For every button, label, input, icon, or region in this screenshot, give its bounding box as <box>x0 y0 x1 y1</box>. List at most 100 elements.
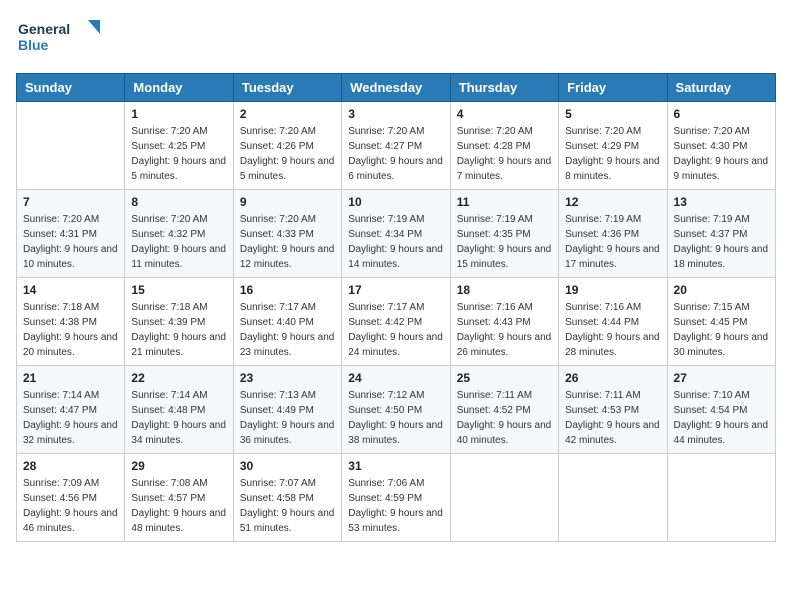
svg-text:Blue: Blue <box>18 37 49 53</box>
day-info: Sunrise: 7:20 AMSunset: 4:26 PMDaylight:… <box>240 124 335 184</box>
day-info: Sunrise: 7:17 AMSunset: 4:42 PMDaylight:… <box>348 300 443 360</box>
calendar-cell: 6Sunrise: 7:20 AMSunset: 4:30 PMDaylight… <box>667 101 775 189</box>
day-number: 11 <box>457 195 552 209</box>
calendar-cell: 20 Sunrise: 7:15 AMSunset: 4:45 PMDayligh… <box>667 277 775 365</box>
page-header: General Blue <box>16 16 776 61</box>
day-info: Sunrise: 7:20 AMSunset: 4:28 PMDaylight:… <box>457 124 552 184</box>
calendar-cell: 2 Sunrise: 7:20 AMSunset: 4:26 PMDaylight… <box>233 101 341 189</box>
calendar-cell: 30 Sunrise: 7:07 AMSunset: 4:58 PMDayligh… <box>233 453 341 541</box>
day-number: 1 <box>131 107 226 121</box>
day-info: Sunrise: 7:17 AMSunset: 4:40 PMDaylight:… <box>240 300 335 360</box>
calendar-cell: 16 Sunrise: 7:17 AMSunset: 4:40 PMDayligh… <box>233 277 341 365</box>
day-number: 25 <box>457 371 552 385</box>
logo-text: General Blue <box>16 16 106 61</box>
day-info: Sunrise: 7:11 AMSunset: 4:53 PMDaylight:… <box>565 388 660 448</box>
calendar-cell: 28Sunrise: 7:09 AMSunset: 4:56 PMDayligh… <box>17 453 125 541</box>
day-number: 24 <box>348 371 443 385</box>
day-number: 17 <box>348 283 443 297</box>
day-info: Sunrise: 7:20 AMSunset: 4:32 PMDaylight:… <box>131 212 226 272</box>
weekday-thursday: Thursday <box>450 73 558 101</box>
day-info: Sunrise: 7:20 AMSunset: 4:27 PMDaylight:… <box>348 124 443 184</box>
day-info: Sunrise: 7:19 AMSunset: 4:36 PMDaylight:… <box>565 212 660 272</box>
calendar-cell: 17 Sunrise: 7:17 AMSunset: 4:42 PMDayligh… <box>342 277 450 365</box>
day-info: Sunrise: 7:20 AMSunset: 4:25 PMDaylight:… <box>131 124 226 184</box>
day-info: Sunrise: 7:19 AMSunset: 4:34 PMDaylight:… <box>348 212 443 272</box>
calendar-cell: 21 Sunrise: 7:14 AMSunset: 4:47 PMDayligh… <box>17 365 125 453</box>
calendar-cell: 1 Sunrise: 7:20 AMSunset: 4:25 PMDaylight… <box>125 101 233 189</box>
week-row-5: 28Sunrise: 7:09 AMSunset: 4:56 PMDayligh… <box>17 453 776 541</box>
calendar-cell: 4 Sunrise: 7:20 AMSunset: 4:28 PMDaylight… <box>450 101 558 189</box>
day-number: 20 <box>674 283 769 297</box>
day-number: 27 <box>674 371 769 385</box>
day-number: 16 <box>240 283 335 297</box>
calendar-cell: 19Sunrise: 7:16 AMSunset: 4:44 PMDayligh… <box>559 277 667 365</box>
day-info: Sunrise: 7:08 AMSunset: 4:57 PMDaylight:… <box>131 476 226 536</box>
day-info: Sunrise: 7:19 AMSunset: 4:35 PMDaylight:… <box>457 212 552 272</box>
day-number: 8 <box>131 195 226 209</box>
day-number: 30 <box>240 459 335 473</box>
calendar-cell: 8 Sunrise: 7:20 AMSunset: 4:32 PMDaylight… <box>125 189 233 277</box>
day-info: Sunrise: 7:12 AMSunset: 4:50 PMDaylight:… <box>348 388 443 448</box>
day-number: 5 <box>565 107 660 121</box>
day-info: Sunrise: 7:07 AMSunset: 4:58 PMDaylight:… <box>240 476 335 536</box>
weekday-wednesday: Wednesday <box>342 73 450 101</box>
calendar-cell: 24 Sunrise: 7:12 AMSunset: 4:50 PMDayligh… <box>342 365 450 453</box>
calendar-cell: 18Sunrise: 7:16 AMSunset: 4:43 PMDayligh… <box>450 277 558 365</box>
calendar-cell: 11 Sunrise: 7:19 AMSunset: 4:35 PMDayligh… <box>450 189 558 277</box>
calendar-cell: 31Sunrise: 7:06 AMSunset: 4:59 PMDayligh… <box>342 453 450 541</box>
calendar-cell: 10 Sunrise: 7:19 AMSunset: 4:34 PMDayligh… <box>342 189 450 277</box>
calendar-cell <box>450 453 558 541</box>
calendar-cell: 7 Sunrise: 7:20 AMSunset: 4:31 PMDaylight… <box>17 189 125 277</box>
calendar-cell: 27Sunrise: 7:10 AMSunset: 4:54 PMDayligh… <box>667 365 775 453</box>
calendar-cell: 3 Sunrise: 7:20 AMSunset: 4:27 PMDaylight… <box>342 101 450 189</box>
calendar-cell: 12 Sunrise: 7:19 AMSunset: 4:36 PMDayligh… <box>559 189 667 277</box>
day-number: 26 <box>565 371 660 385</box>
day-number: 13 <box>674 195 769 209</box>
day-number: 28 <box>23 459 118 473</box>
logo: General Blue <box>16 16 106 61</box>
day-number: 10 <box>348 195 443 209</box>
day-number: 19 <box>565 283 660 297</box>
calendar-cell: 13 Sunrise: 7:19 AMSunset: 4:37 PMDayligh… <box>667 189 775 277</box>
calendar-cell: 26 Sunrise: 7:11 AMSunset: 4:53 PMDayligh… <box>559 365 667 453</box>
day-number: 9 <box>240 195 335 209</box>
day-info: Sunrise: 7:14 AMSunset: 4:47 PMDaylight:… <box>23 388 118 448</box>
day-info: Sunrise: 7:20 AMSunset: 4:31 PMDaylight:… <box>23 212 118 272</box>
day-number: 23 <box>240 371 335 385</box>
weekday-saturday: Saturday <box>667 73 775 101</box>
day-number: 7 <box>23 195 118 209</box>
day-number: 21 <box>23 371 118 385</box>
week-row-4: 21 Sunrise: 7:14 AMSunset: 4:47 PMDayligh… <box>17 365 776 453</box>
weekday-sunday: Sunday <box>17 73 125 101</box>
calendar-body: 1 Sunrise: 7:20 AMSunset: 4:25 PMDaylight… <box>17 101 776 541</box>
day-number: 15 <box>131 283 226 297</box>
svg-text:General: General <box>18 21 70 37</box>
day-info: Sunrise: 7:20 AMSunset: 4:29 PMDaylight:… <box>565 124 660 184</box>
day-number: 12 <box>565 195 660 209</box>
day-number: 3 <box>348 107 443 121</box>
logo-svg: General Blue <box>16 16 106 56</box>
calendar-cell: 22Sunrise: 7:14 AMSunset: 4:48 PMDayligh… <box>125 365 233 453</box>
weekday-header-row: SundayMondayTuesdayWednesdayThursdayFrid… <box>17 73 776 101</box>
calendar-table: SundayMondayTuesdayWednesdayThursdayFrid… <box>16 73 776 542</box>
week-row-1: 1 Sunrise: 7:20 AMSunset: 4:25 PMDaylight… <box>17 101 776 189</box>
calendar-cell: 5 Sunrise: 7:20 AMSunset: 4:29 PMDaylight… <box>559 101 667 189</box>
calendar-cell <box>559 453 667 541</box>
day-number: 4 <box>457 107 552 121</box>
day-info: Sunrise: 7:19 AMSunset: 4:37 PMDaylight:… <box>674 212 769 272</box>
day-number: 29 <box>131 459 226 473</box>
day-number: 6 <box>674 107 769 121</box>
week-row-3: 14Sunrise: 7:18 AMSunset: 4:38 PMDayligh… <box>17 277 776 365</box>
day-info: Sunrise: 7:18 AMSunset: 4:39 PMDaylight:… <box>131 300 226 360</box>
day-number: 2 <box>240 107 335 121</box>
calendar-cell: 23 Sunrise: 7:13 AMSunset: 4:49 PMDayligh… <box>233 365 341 453</box>
calendar-cell: 9Sunrise: 7:20 AMSunset: 4:33 PMDaylight… <box>233 189 341 277</box>
calendar-cell <box>17 101 125 189</box>
day-info: Sunrise: 7:13 AMSunset: 4:49 PMDaylight:… <box>240 388 335 448</box>
day-number: 31 <box>348 459 443 473</box>
calendar-cell: 14Sunrise: 7:18 AMSunset: 4:38 PMDayligh… <box>17 277 125 365</box>
calendar-cell: 15 Sunrise: 7:18 AMSunset: 4:39 PMDayligh… <box>125 277 233 365</box>
calendar-cell <box>667 453 775 541</box>
weekday-monday: Monday <box>125 73 233 101</box>
day-info: Sunrise: 7:15 AMSunset: 4:45 PMDaylight:… <box>674 300 769 360</box>
